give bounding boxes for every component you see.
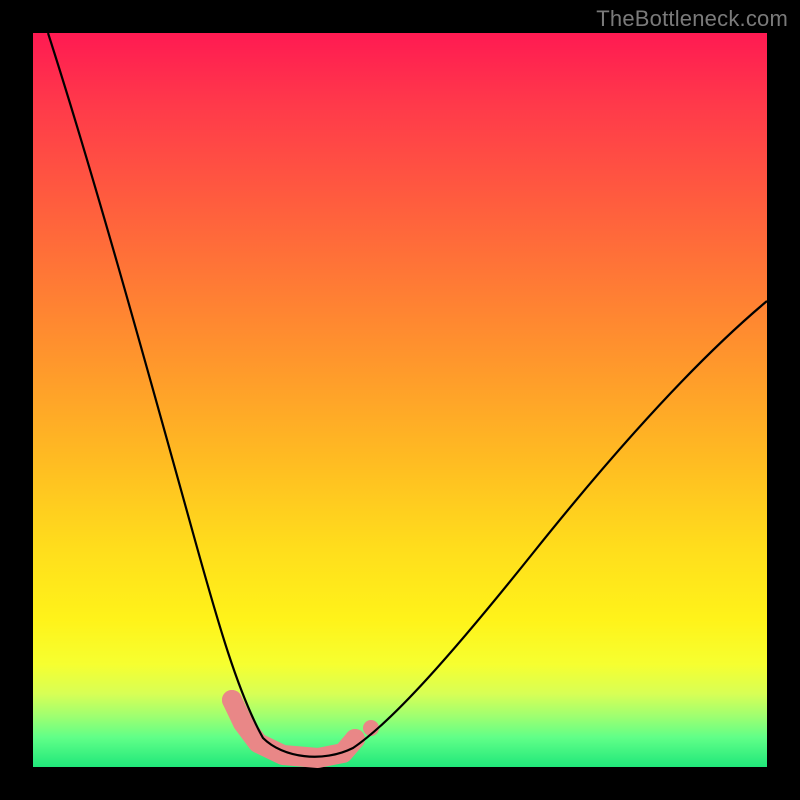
watermark-text: TheBottleneck.com <box>596 6 788 32</box>
bottleneck-curve-path <box>48 33 767 757</box>
curve-layer <box>33 33 767 767</box>
plot-area <box>33 33 767 767</box>
chart-frame: TheBottleneck.com <box>0 0 800 800</box>
highlight-start-dot <box>222 690 242 710</box>
highlight-path <box>232 700 355 758</box>
